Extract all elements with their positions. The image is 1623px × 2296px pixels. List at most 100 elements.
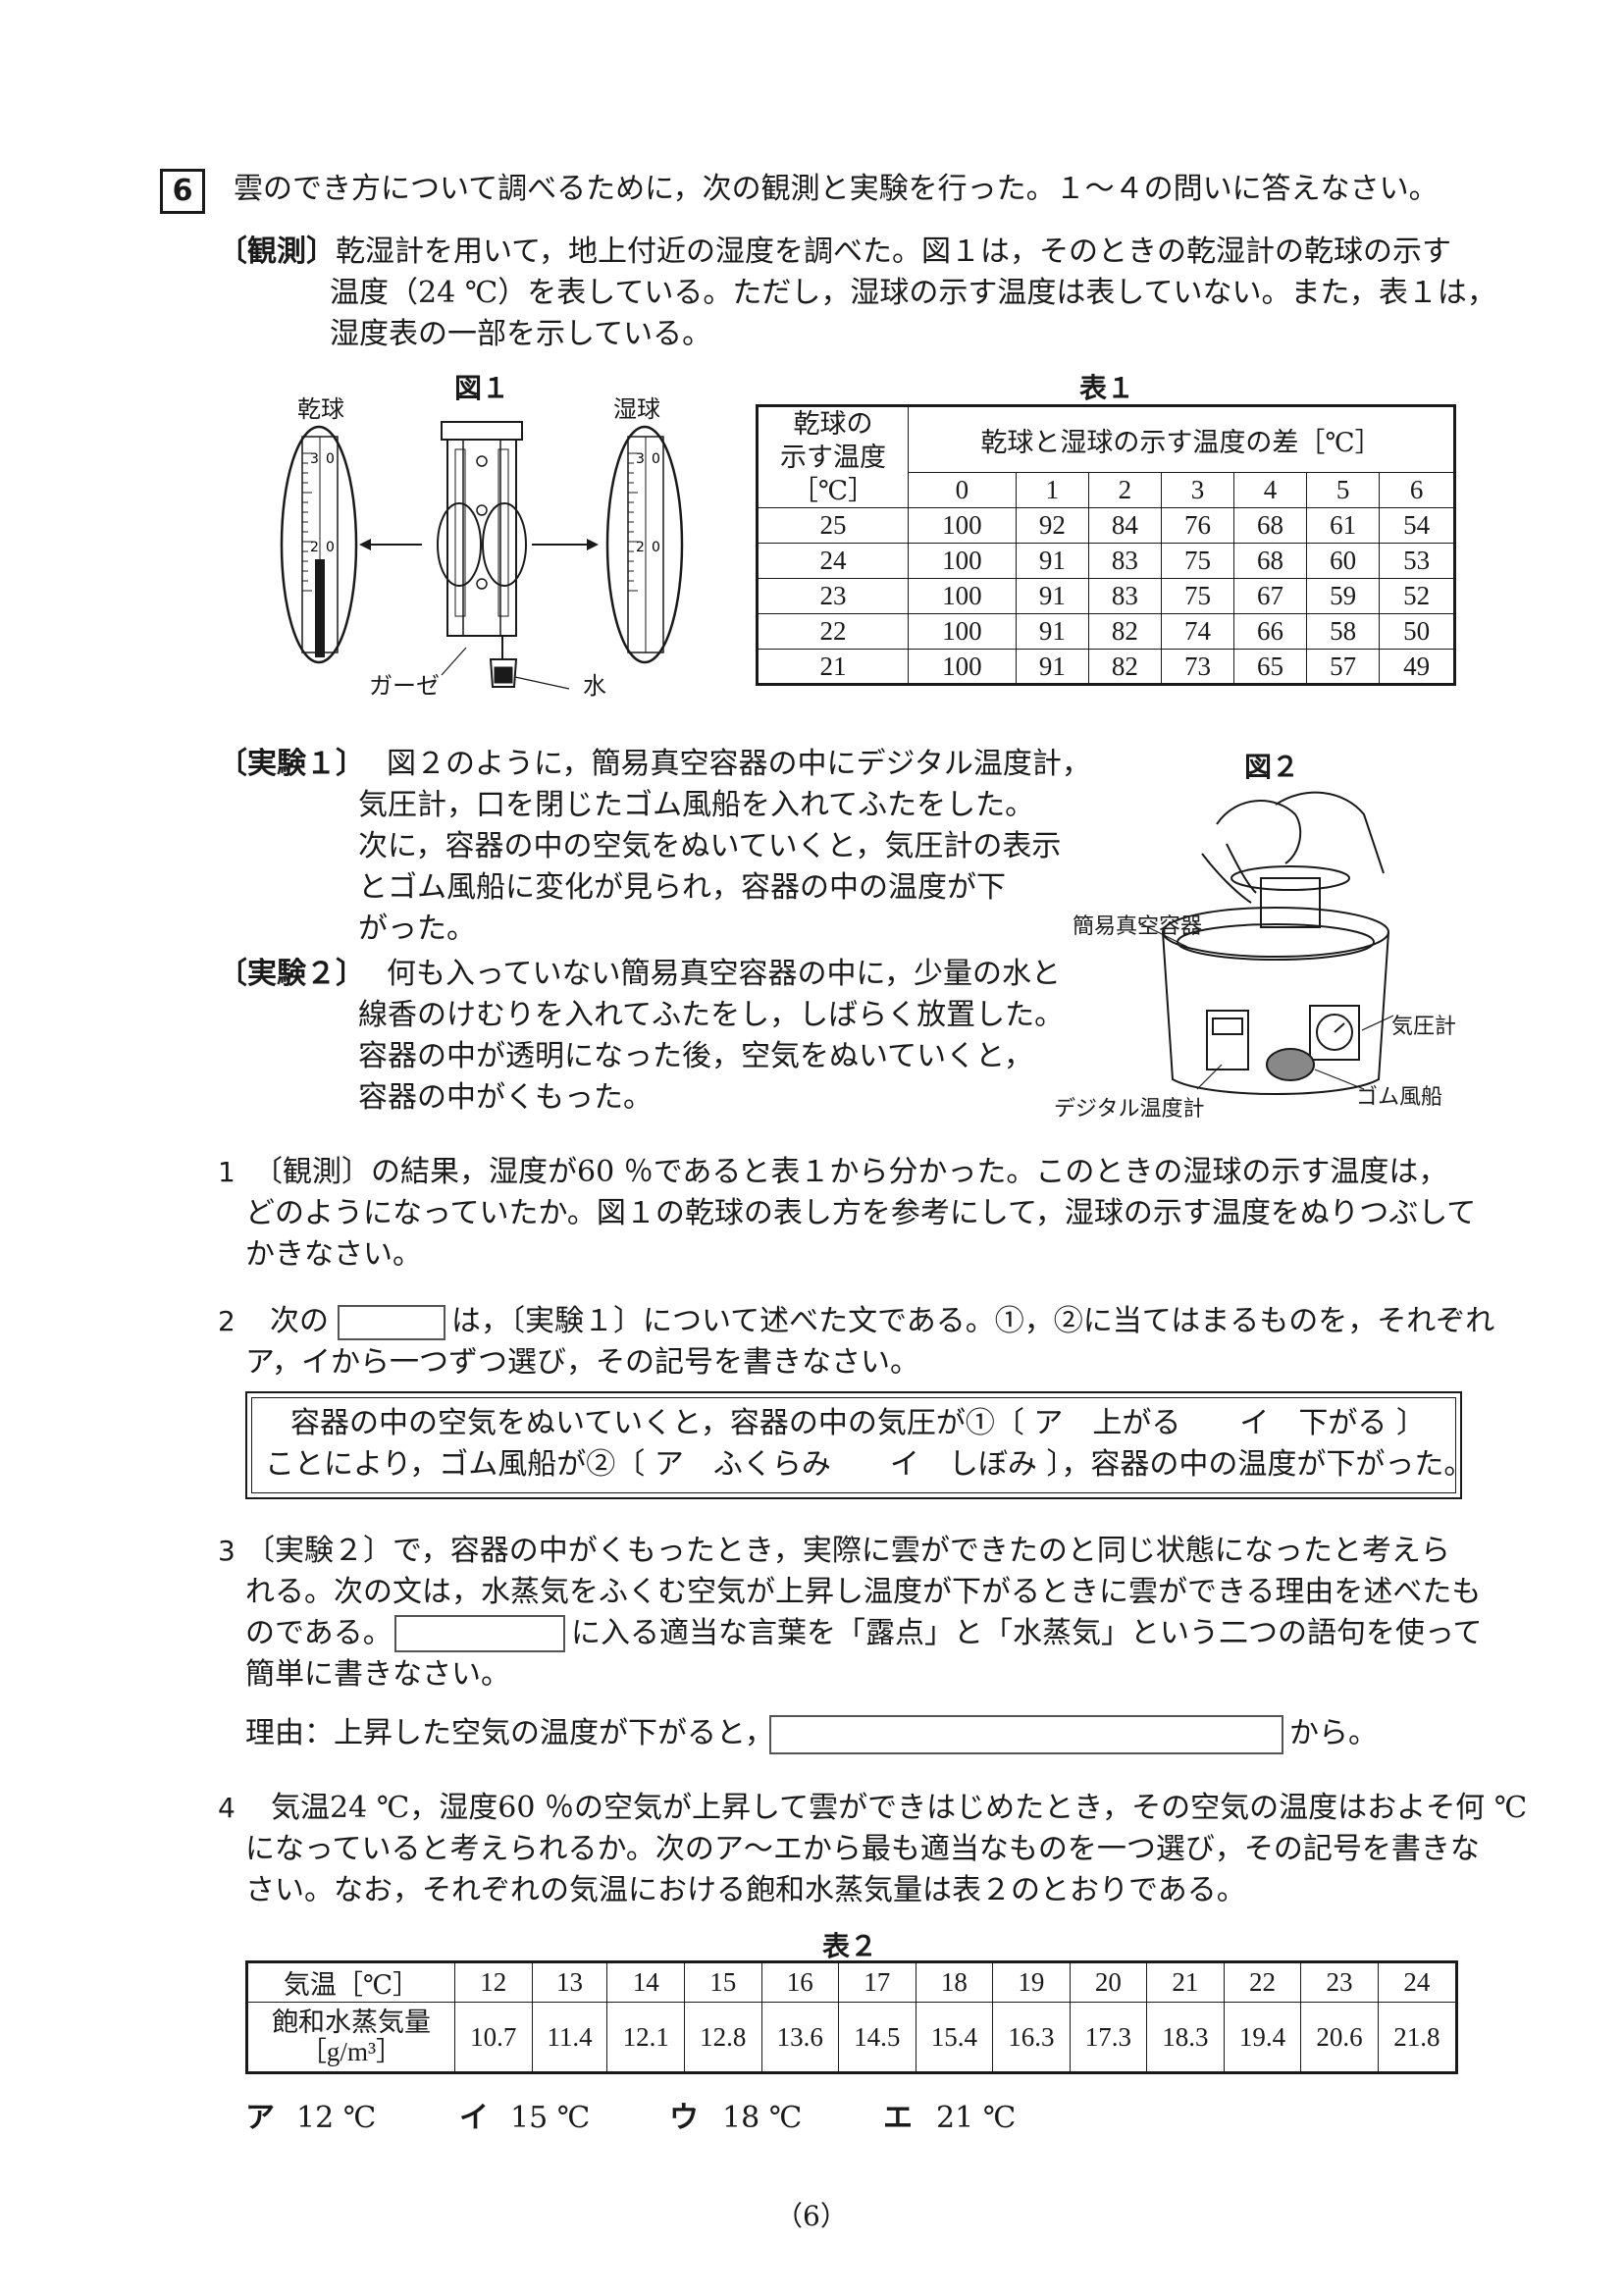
table1-row: 23 100 91 83 75 67 59 52 [757,578,1455,614]
table1-value-cell: 76 [1160,507,1235,544]
table1-row: 25 100 92 84 76 68 61 54 [757,507,1455,544]
q4-number: 4 [218,1792,236,1824]
table1-temp-cell: 21 [757,649,909,685]
q3-reason-end: から。 [1289,1716,1378,1750]
table1-value-cell: 100 [908,649,1017,685]
table2-amount-label-l2: ［g/m³］ [299,2037,403,2066]
table1-diff-column: 6 [1379,472,1455,508]
table2-temp-cell: 20 [1069,1961,1148,2003]
choice-d-value: 21 ℃ [936,2101,1017,2135]
table1-value-cell: 52 [1379,578,1455,614]
q2-line2: ア，イから一つずつ選び，その記号を書きなさい。 [245,1345,919,1380]
table1-value-cell: 82 [1087,613,1162,650]
wet-scale-20b: 0 [652,540,660,555]
hand-left [1216,800,1302,864]
dry-scale-20: 2 [310,540,319,555]
choice-a-mark: ア [245,2101,275,2135]
psychrometer-device [437,421,570,690]
q3-line3-a: のである。 [245,1616,393,1650]
table2-amount-cell: 12.8 [683,2002,762,2073]
arrow-right-icon [587,539,599,550]
table1-value-cell: 74 [1160,613,1235,650]
table2-temp-cell: 24 [1377,1961,1458,2003]
table1-value-cell: 57 [1306,649,1381,685]
experiment2-line4: 容器の中がくもった。 [358,1080,653,1115]
table1-temp-cell: 24 [757,543,909,579]
choice-b-value: 15 ℃ [510,2101,591,2135]
choice-b-mark: イ [459,2101,489,2135]
table2-temp-cell: 19 [992,1961,1071,2003]
table2-temp-cell: 17 [838,1961,916,2003]
table1-value-cell: 61 [1306,507,1381,544]
table2-temp-cell: 22 [1223,1961,1302,2003]
table1-value-cell: 83 [1087,543,1162,579]
table1-value-cell: 67 [1233,578,1308,614]
q1-line3: かきなさい。 [245,1237,422,1272]
table1-row: 24 100 91 83 75 68 60 53 [757,543,1455,579]
experiment2-line2: 線香のけむりを入れてふたをし，しばらく放置した。 [358,998,1065,1032]
q3-line3-b: に入る適当な言葉を「露点」と「水蒸気」という二つの語句を使って [571,1616,1483,1650]
hand-right [1275,791,1385,874]
wet-scale-20: 2 [636,540,645,555]
table1-value-cell: 91 [1015,543,1089,579]
table2-temp-row: 気温［℃］ 12 13 14 15 16 17 18 19 20 21 22 23 24 [246,1961,1458,2003]
table1-value-cell: 53 [1379,543,1455,579]
q2-line1-a: 次の [270,1304,329,1338]
table1-row-header: 乾球の 示す温度 ［℃］ [757,405,909,508]
table1-value-cell: 75 [1160,543,1235,579]
choice-d-mark: エ [883,2101,913,2135]
experiment1-label: 〔実験１〕 [218,747,365,781]
table1-value-cell: 83 [1087,578,1162,614]
choice-c-mark: ウ [669,2101,699,2135]
table1-diff-column: 0 [908,472,1017,508]
table2-amount-cell: 12.1 [606,2002,685,2073]
experiment1-line2: 気圧計，口を閉じたゴム風船を入れてふたをした。 [358,788,1035,822]
table1-value-cell: 59 [1306,578,1381,614]
table1-diff-header: 乾球と湿球の示す温度の差［℃］ [908,405,1455,473]
table2-amount-cell: 17.3 [1069,2002,1148,2073]
table1-value-cell: 100 [908,507,1017,544]
dry-bulb-magnified: 3 0 2 0 [280,425,358,664]
table1-diff-column: 3 [1160,472,1235,508]
table2-amount-cell: 18.3 [1146,2002,1225,2073]
table1-value-cell: 66 [1233,613,1308,650]
observation-line3: 湿度表の一部を示している。 [330,317,712,351]
q3-line4: 簡単に書きなさい。 [245,1657,510,1692]
table2-amount-cell: 16.3 [992,2002,1071,2073]
wet-scale-30b: 0 [652,451,660,467]
table1-value-cell: 100 [908,543,1017,579]
table2-temp-cell: 13 [531,1961,608,2003]
table1-title: 表１ [1079,372,1135,404]
q3-line2: れる。次の文は，水蒸気をふくむ空気が上昇し温度が下がるときに雲ができる理由を述べ… [245,1575,1482,1609]
table1-row-header-line: 示す温度 [780,443,886,472]
table1-value-cell: 68 [1233,543,1308,579]
q4-line1: 気温24 ℃，湿度60 ％の空気が上昇して雲ができはじめたとき，その空気の温度は… [271,1791,1528,1825]
experiment2-line3: 容器の中が透明になった後，空気をぬいていくと， [358,1039,1033,1073]
table1-value-cell: 91 [1015,613,1089,650]
table1-value-cell: 82 [1087,649,1162,685]
figure2-title: 図２ [1244,751,1300,783]
table1-value-cell: 92 [1015,507,1089,544]
page-number: （6） [775,2200,848,2232]
table1-row: 21 100 91 82 73 65 57 49 [757,649,1455,685]
q1-line2: どのようになっていたか。図１の乾球の表し方を参考にして，湿球の示す温度をぬりつぶ… [245,1196,1477,1230]
table1-diff-column: 4 [1233,472,1308,508]
experiment1-line4: とゴム風船に変化が見られ，容器の中の温度が下 [358,870,1006,905]
table1-value-cell: 49 [1379,649,1455,685]
experiment1-line5: がった。 [358,912,476,946]
table1: 乾球の 示す温度 ［℃］ 乾球と湿球の示す温度の差［℃］ 0 1 2 3 4 5 6 25 100 92 8… [756,404,1456,686]
q3-answer-box[interactable] [769,1715,1283,1754]
table1-row-header-line: ［℃］ [791,476,875,505]
table2-temp-cell: 18 [915,1961,994,2003]
table2-temp-cell: 12 [454,1961,533,2003]
table2-temp-label: 気温［℃］ [246,1961,455,2003]
q1-line1: 〔観測〕の結果，湿度が60 ％であると表１から分かった。このときの湿球の示す温度… [253,1155,1448,1189]
table1-temp-cell: 25 [757,507,909,544]
table2-amount-label: 飽和水蒸気量 ［g/m³］ [246,2002,455,2073]
table1-value-cell: 68 [1233,507,1308,544]
table1-value-cell: 84 [1087,507,1162,544]
experiment1-line1: 図２のように，簡易真空容器の中にデジタル温度計， [387,747,1091,781]
arrow-left-icon [359,539,371,550]
q2-number: 2 [218,1305,236,1337]
table1-diff-column: 2 [1087,472,1162,508]
